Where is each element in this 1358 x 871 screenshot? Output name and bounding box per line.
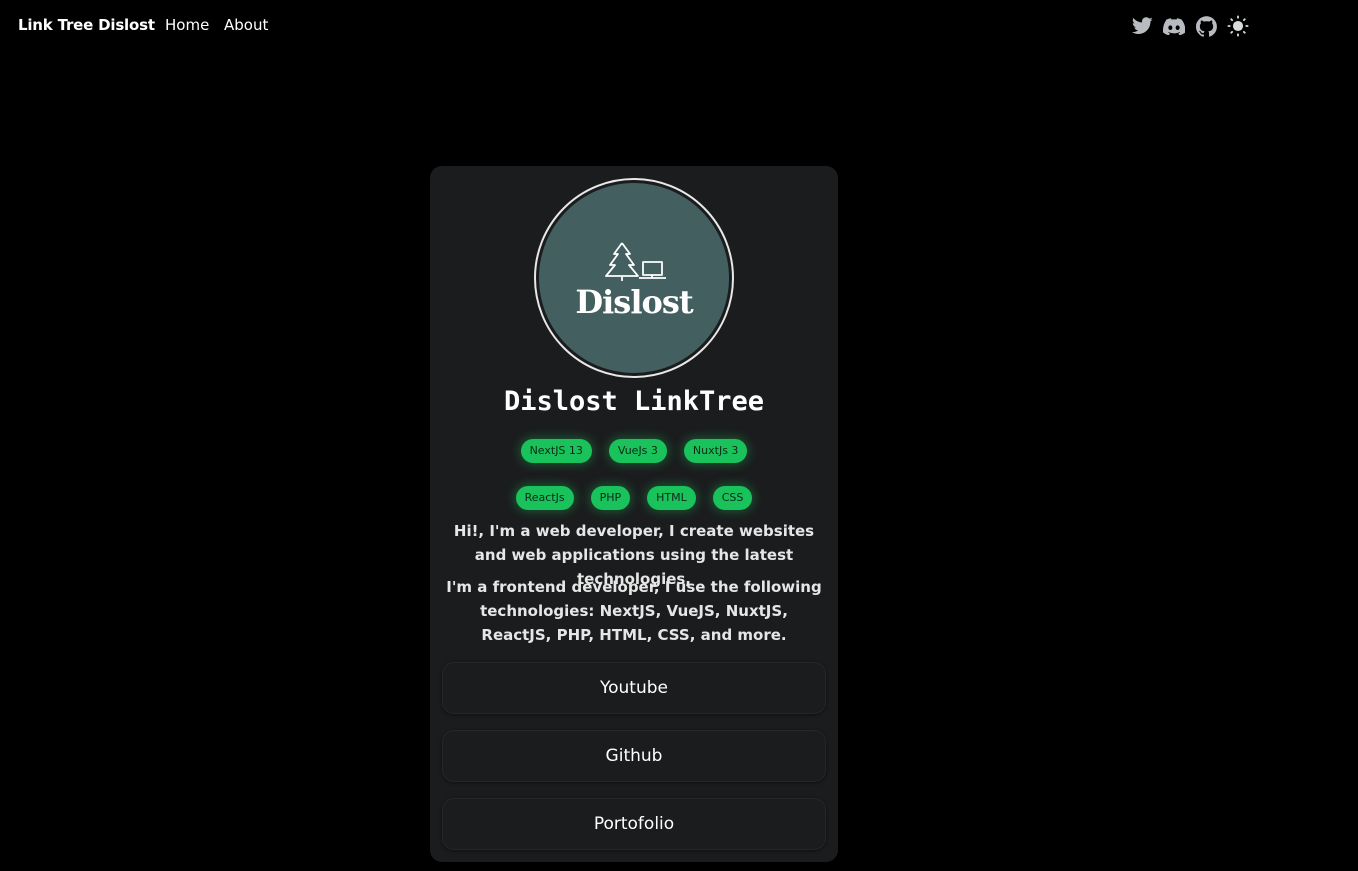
bio-paragraph: I'm a frontend developer, I use the foll… xyxy=(446,578,822,644)
nav-link-about[interactable]: About xyxy=(224,16,268,34)
navbar: Link Tree Dislost Home About xyxy=(0,0,1358,52)
social-icons xyxy=(1131,15,1249,37)
tag-nuxtjs[interactable]: NuxtJs 3 xyxy=(683,439,748,463)
logo-text: Dislost xyxy=(575,283,693,321)
tag-reactjs[interactable]: ReactJs xyxy=(515,486,574,510)
avatar-logo: Dislost xyxy=(539,183,729,373)
brand-link[interactable]: Link Tree Dislost xyxy=(18,16,155,34)
tag-row: NextJS 13 VueJs 3 NuxtJs 3 xyxy=(430,439,838,463)
tag-css[interactable]: CSS xyxy=(712,486,753,510)
youtube-link-button[interactable]: Youtube xyxy=(442,662,826,714)
tag-nextjs[interactable]: NextJS 13 xyxy=(520,439,592,463)
twitter-icon[interactable] xyxy=(1131,15,1153,37)
tree-laptop-icon xyxy=(605,242,666,281)
github-link-button[interactable]: Github xyxy=(442,730,826,782)
tag-vuejs[interactable]: VueJs 3 xyxy=(608,439,667,463)
github-icon[interactable] xyxy=(1195,15,1217,37)
sun-icon[interactable] xyxy=(1227,15,1249,37)
nav-link-home[interactable]: Home xyxy=(165,16,209,34)
tag-row: ReactJs PHP HTML CSS xyxy=(430,486,838,510)
tag-php[interactable]: PHP xyxy=(590,486,631,510)
page-title: Dislost LinkTree xyxy=(503,386,765,417)
avatar: Dislost xyxy=(534,178,734,378)
profile-card: Dislost Dislost LinkTree NextJS 13 VueJs… xyxy=(430,166,838,862)
tag-html[interactable]: HTML xyxy=(647,486,696,510)
discord-icon[interactable] xyxy=(1163,15,1185,37)
portfolio-link-button[interactable]: Portofolio xyxy=(442,798,826,850)
